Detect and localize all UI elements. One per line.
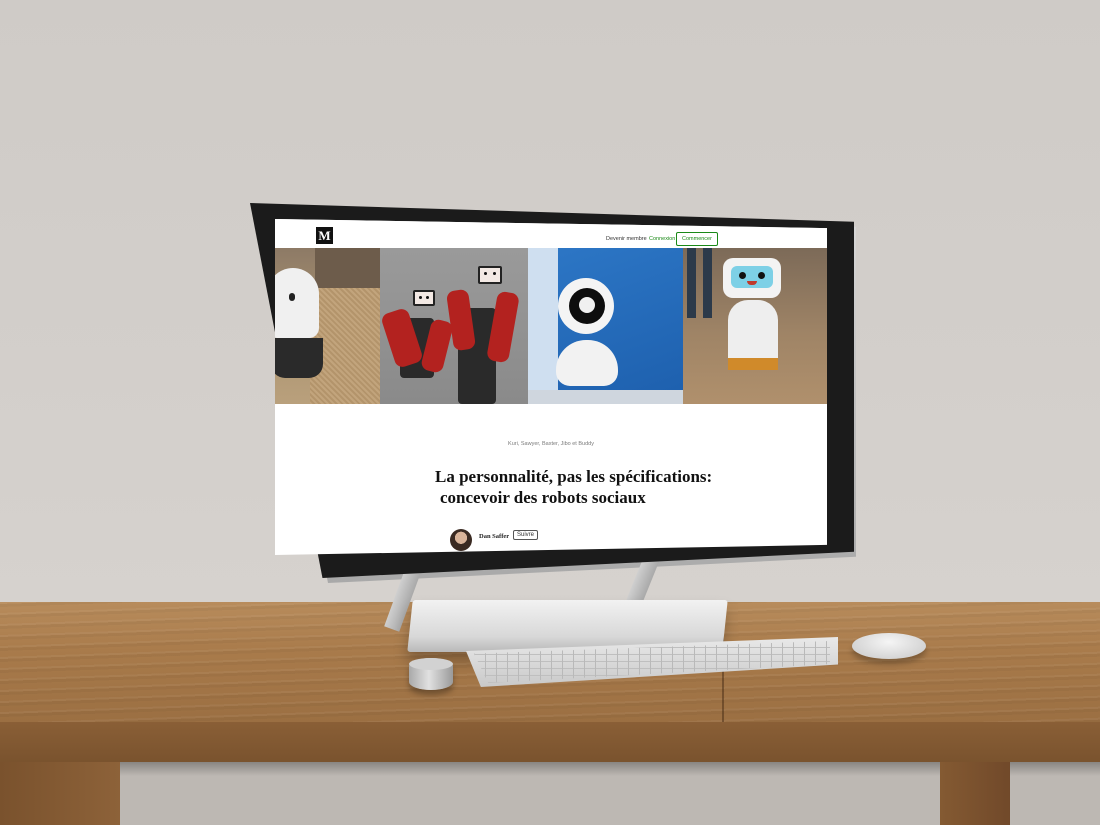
sawyer-robot-face — [478, 266, 502, 284]
surface-dial — [409, 658, 453, 690]
buddy-robot-stripe — [728, 358, 778, 370]
desk-front-edge — [0, 722, 1100, 762]
kuri-robot-head — [275, 268, 319, 338]
desk-shadow — [0, 762, 1100, 776]
login-link[interactable]: Connexion — [649, 236, 675, 242]
jibo-robot-eye — [579, 297, 595, 313]
photo-table — [528, 390, 683, 404]
become-member-link[interactable]: Devenir membre — [606, 236, 647, 242]
kuri-robot-base — [275, 338, 323, 378]
article-title: La personnalité, pas les spécifications:… — [435, 466, 735, 508]
article-title-line-2: concevoir des robots sociaux — [440, 488, 646, 507]
author-name[interactable]: Dan Saffer — [479, 533, 509, 540]
hero-photo-buddy — [683, 248, 827, 404]
medium-logo[interactable]: M — [316, 227, 333, 244]
buddy-robot-eye — [758, 272, 765, 279]
person-leg — [703, 248, 712, 318]
hero-photo-kuri — [275, 248, 380, 404]
desk-scene: M Devenir membre Connexion Commencer Kur… — [0, 0, 1100, 825]
avatar[interactable] — [450, 529, 472, 551]
article-title-line-1: La personnalité, pas les spécifications: — [435, 467, 713, 486]
hero-photo-sawyer-baxter — [380, 248, 528, 404]
follow-button[interactable]: Suivre — [513, 530, 539, 540]
buddy-robot-eye — [739, 272, 746, 279]
kuri-robot-eye — [289, 293, 295, 301]
screen: M Devenir membre Connexion Commencer Kur… — [275, 219, 827, 555]
desk-leg-left — [0, 762, 120, 825]
person-leg — [687, 248, 696, 318]
hero-photo-jibo — [528, 248, 683, 404]
hero-image — [275, 248, 827, 404]
desk-leg-right — [940, 762, 1010, 825]
baxter-robot-face — [413, 290, 435, 306]
image-caption: Kuri, Sawyer, Baxter, Jibo et Buddy — [508, 441, 594, 447]
sawyer-robot-arm — [486, 290, 520, 364]
get-started-button[interactable]: Commencer — [676, 232, 718, 246]
jibo-robot-body — [556, 340, 618, 386]
sawyer-robot-arm — [445, 288, 477, 352]
mouse — [852, 633, 926, 659]
photo-background — [528, 248, 558, 404]
